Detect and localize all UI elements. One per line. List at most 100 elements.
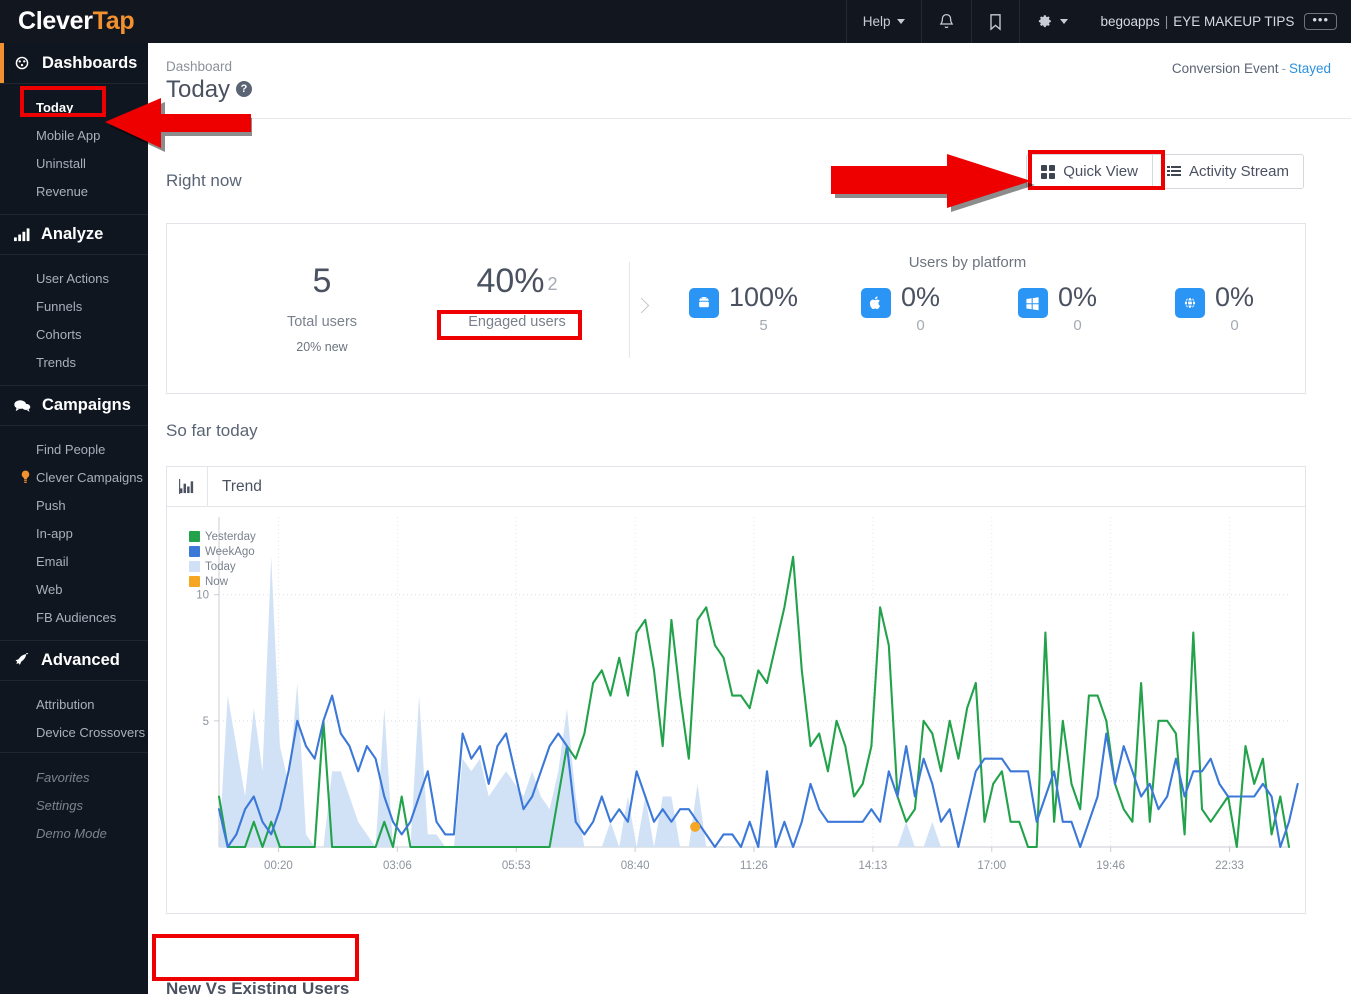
sidebar-item-uninstall[interactable]: Uninstall: [0, 149, 148, 177]
svg-text:08:40: 08:40: [621, 860, 650, 872]
engaged-users-percent: 40%: [476, 262, 545, 300]
conversion-event-value[interactable]: Stayed: [1289, 61, 1331, 76]
chart-legend: Yesterday WeekAgo Today Now: [189, 529, 256, 589]
sidebar-item-device-crossovers[interactable]: Device Crossovers: [0, 718, 148, 746]
windows-icon: [1017, 288, 1048, 318]
platform-percent: 0%: [1214, 282, 1255, 312]
legend-swatch: [189, 561, 200, 572]
sidebar-group-label: Dashboards: [42, 53, 138, 72]
sidebar-item-trends[interactable]: Trends: [0, 348, 148, 376]
legend-label: WeekAgo: [205, 545, 255, 558]
sidebar-item-funnels[interactable]: Funnels: [0, 292, 148, 320]
bar-chart-icon: [13, 227, 30, 242]
sidebar-item-web[interactable]: Web: [0, 575, 148, 603]
legend-item-weekago[interactable]: WeekAgo: [189, 544, 256, 559]
sidebar-item-label: Web: [36, 581, 63, 597]
sidebar-item-label: Find People: [36, 441, 106, 457]
legend-item-now[interactable]: Now: [189, 574, 256, 589]
brand-part-1: Clever: [18, 7, 93, 35]
chevron-right-icon: [633, 297, 650, 314]
svg-text:22:33: 22:33: [1215, 860, 1244, 872]
apple-icon: [860, 288, 891, 318]
sidebar-item-label: Email: [36, 553, 69, 569]
notifications-button[interactable]: [921, 0, 971, 43]
view-toggle-group: Quick View Activity Stream: [1026, 154, 1304, 189]
chevron-down-icon: [1060, 19, 1069, 24]
sidebar-item-clever-campaigns[interactable]: Clever Campaigns: [0, 463, 148, 491]
sidebar-item-label: Uninstall: [36, 155, 86, 171]
bookmarks-button[interactable]: [971, 0, 1019, 43]
legend-swatch: [189, 546, 200, 557]
sidebar-item-favorites[interactable]: Favorites: [0, 763, 148, 791]
platform-ios: 0% 0: [822, 282, 979, 334]
lightbulb-icon: [20, 470, 31, 484]
sidebar-group-label: Advanced: [41, 651, 120, 669]
bar-chart-icon: [178, 479, 196, 494]
sidebar-item-label: Favorites: [36, 769, 90, 785]
sidebar-item-label: Clever Campaigns: [36, 469, 143, 485]
trend-chart[interactable]: 5 10 00:20 03:06 05:53 08:40 11:26 14:13 17:00 19…: [167, 507, 1307, 913]
top-bar-right: Help begoapps | EYE MAKEUP TIPS •••: [845, 0, 1351, 43]
quick-view-button[interactable]: Quick View: [1027, 155, 1152, 188]
sidebar-item-email[interactable]: Email: [0, 547, 148, 575]
sidebar-item-label: Trends: [36, 354, 76, 370]
platform-count: 0: [1073, 317, 1082, 334]
sidebar: Dashboards Today Mobile App Uninstall Re…: [0, 43, 148, 994]
sidebar-item-attribution[interactable]: Attribution: [0, 690, 148, 718]
sidebar-item-settings[interactable]: Settings: [0, 791, 148, 819]
trend-icon-box[interactable]: [167, 467, 208, 506]
sidebar-group-dashboards[interactable]: Dashboards: [0, 43, 148, 84]
new-vs-existing-users-title: New Vs Existing Users: [166, 979, 350, 994]
metric-engaged-users: 40% 2 Engaged users: [432, 262, 602, 330]
bookmark-icon: [988, 13, 1003, 31]
more-options-button[interactable]: •••: [1304, 13, 1337, 30]
breadcrumb[interactable]: Dashboard: [166, 59, 232, 74]
settings-menu[interactable]: [1019, 0, 1084, 43]
conversion-event-label: Conversion Event: [1171, 61, 1279, 76]
help-menu[interactable]: Help: [845, 0, 922, 43]
legend-item-today[interactable]: Today: [189, 559, 256, 574]
sidebar-group-label: Campaigns: [42, 396, 131, 414]
sidebar-item-user-actions[interactable]: User Actions: [0, 264, 148, 292]
svg-text:03:06: 03:06: [383, 860, 412, 872]
sidebar-group-advanced[interactable]: Advanced: [0, 640, 148, 681]
help-label: Help: [862, 14, 891, 29]
svg-text:00:20: 00:20: [264, 860, 293, 872]
bell-icon: [938, 13, 955, 31]
sidebar-item-in-app[interactable]: In-app: [0, 519, 148, 547]
activity-stream-button[interactable]: Activity Stream: [1151, 155, 1303, 188]
sidebar-item-label: Device Crossovers: [36, 724, 146, 740]
sidebar-item-label: Attribution: [36, 696, 95, 712]
sidebar-item-demo-mode[interactable]: Demo Mode: [0, 819, 148, 847]
sidebar-group-campaigns[interactable]: Campaigns: [0, 385, 148, 426]
main-content: Dashboard Today? Conversion Event - Stayed…: [148, 43, 1351, 994]
svg-text:17:00: 17:00: [977, 860, 1006, 872]
sidebar-item-cohorts[interactable]: Cohorts: [0, 320, 148, 348]
sidebar-item-today[interactable]: Today: [0, 93, 148, 121]
page-header: Dashboard Today? Conversion Event - Stayed: [148, 43, 1351, 119]
conversion-event: Conversion Event - Stayed: [1172, 61, 1331, 76]
top-bar: CleverTap Help begoapps | EYE MAKEUP TIP…: [0, 0, 1351, 43]
dashboard-icon: [13, 54, 31, 72]
sidebar-item-find-people[interactable]: Find People: [0, 435, 148, 463]
legend-item-yesterday[interactable]: Yesterday: [189, 529, 256, 544]
sidebar-item-push[interactable]: Push: [0, 491, 148, 519]
sidebar-item-label: Cohorts: [36, 326, 82, 342]
brand-logo[interactable]: CleverTap: [0, 7, 148, 36]
help-circle-icon[interactable]: ?: [236, 81, 253, 97]
sidebar-item-label: Funnels: [36, 298, 83, 314]
trend-chart-svg: 5 10 00:20 03:06 05:53 08:40 11:26 14:13 17:00 19…: [196, 517, 1307, 872]
metric-total-users: 5 Total users 20% new: [242, 262, 402, 354]
sidebar-item-fb-audiences[interactable]: FB Audiences: [0, 603, 148, 631]
app-root: CleverTap Help begoapps | EYE MAKEUP TIP…: [0, 0, 1351, 994]
legend-swatch: [189, 576, 200, 587]
sidebar-item-mobile-app[interactable]: Mobile App: [0, 121, 148, 149]
sidebar-item-revenue[interactable]: Revenue: [0, 177, 148, 205]
platform-windows: 0% 0: [979, 282, 1136, 334]
account-info[interactable]: begoapps | EYE MAKEUP TIPS: [1084, 14, 1304, 29]
brand-part-2: Tap: [92, 7, 135, 35]
right-now-card: 5 Total users 20% new 40% 2 Engaged users…: [166, 223, 1306, 394]
sidebar-group-analyze[interactable]: Analyze: [0, 214, 148, 255]
